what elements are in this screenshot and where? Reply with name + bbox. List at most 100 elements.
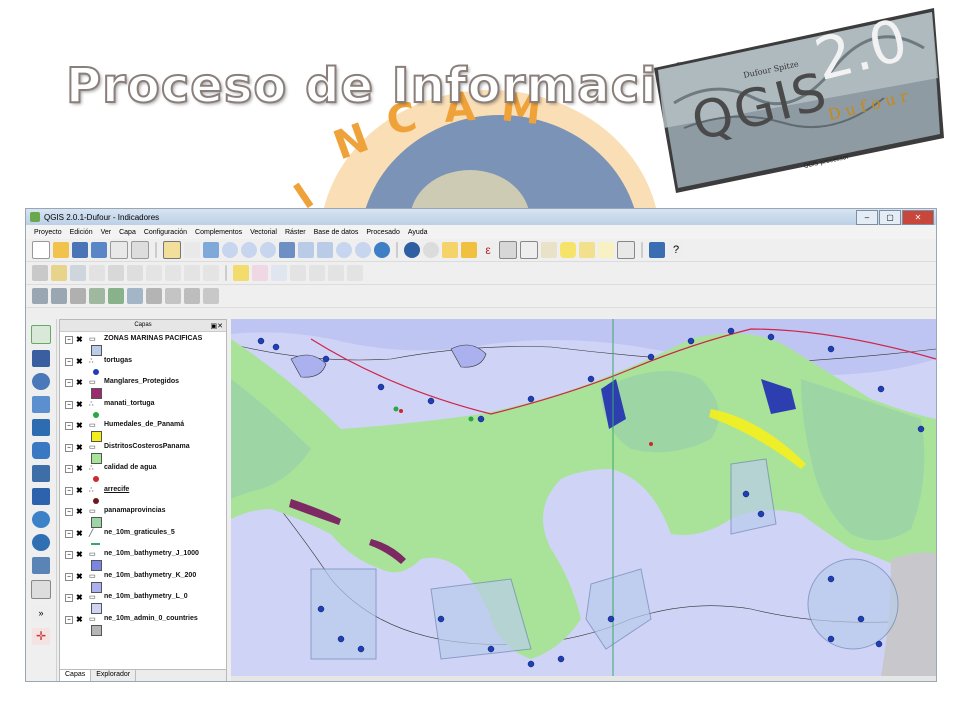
zoom-out-icon[interactable]	[241, 242, 257, 258]
node-tool-icon[interactable]	[127, 265, 143, 281]
layer-symbol-swatch[interactable]	[91, 431, 102, 442]
menu-ver[interactable]: Ver	[97, 229, 116, 236]
field-calculator-icon[interactable]: ε	[480, 242, 496, 258]
expand-collapse-icon[interactable]: –	[65, 336, 73, 344]
layer-visibility-checkbox[interactable]: ✖	[76, 443, 83, 452]
highlight-pinned-labels-icon[interactable]	[271, 265, 287, 281]
layer-visibility-checkbox[interactable]: ✖	[76, 421, 83, 430]
layer-item[interactable]: – ✖ ▭ Manglares_Protegidos	[62, 377, 226, 399]
add-wfs-layer-icon[interactable]	[32, 534, 50, 551]
menu-configuracion[interactable]: Configuración	[140, 229, 191, 236]
expand-collapse-icon[interactable]: –	[65, 400, 73, 409]
layer-symbol-swatch[interactable]	[93, 368, 99, 375]
statistical-summary-icon[interactable]	[520, 241, 538, 259]
deselect-features-icon[interactable]	[461, 242, 477, 258]
more-tools-icon[interactable]: »	[32, 605, 50, 622]
expand-collapse-icon[interactable]: –	[65, 551, 73, 559]
minimize-button[interactable]: –	[856, 210, 878, 225]
expand-collapse-icon[interactable]: –	[65, 594, 73, 602]
layer-visibility-checkbox[interactable]: ✖	[76, 593, 83, 602]
layer-symbol-swatch[interactable]	[91, 388, 102, 399]
menu-ayuda[interactable]: Ayuda	[404, 229, 432, 236]
show-hide-labels-icon[interactable]	[347, 265, 363, 281]
zoom-last-icon[interactable]	[336, 242, 352, 258]
sql-query-icon[interactable]	[184, 288, 200, 304]
layer-visibility-checkbox[interactable]: ✖	[76, 529, 83, 538]
move-label-icon[interactable]	[290, 265, 306, 281]
expand-collapse-icon[interactable]: –	[65, 529, 73, 538]
add-spatialite-layer-icon[interactable]	[32, 396, 50, 413]
copy-features-icon[interactable]	[184, 265, 200, 281]
add-vector-layer-icon[interactable]	[31, 325, 51, 344]
layer-item[interactable]: – ✖ ▭ ne_10m_bathymetry_J_1000	[62, 549, 226, 571]
add-mssql-layer-icon[interactable]	[32, 419, 50, 436]
close-button[interactable]: ✕	[902, 210, 934, 225]
layer-labeling-icon[interactable]	[233, 265, 249, 281]
zoom-actual-size-icon[interactable]	[260, 242, 276, 258]
layer-item[interactable]: – ✖ ▭ ne_10m_bathymetry_L_0	[62, 592, 226, 614]
whats-this-icon[interactable]: ?	[668, 242, 684, 258]
tab-capas[interactable]: Capas	[60, 670, 92, 681]
layer-symbol-swatch[interactable]	[91, 452, 102, 464]
layer-item[interactable]: – ✖ ▭ ne_10m_admin_0_countries	[62, 614, 226, 636]
add-wms-layer-icon[interactable]	[32, 488, 50, 505]
add-raster-layer-icon[interactable]	[32, 350, 50, 367]
menu-base-de-datos[interactable]: Base de datos	[310, 229, 363, 236]
add-wcs-layer-icon[interactable]	[32, 511, 50, 528]
add-feature-icon[interactable]	[89, 265, 105, 281]
layer-item[interactable]: – ✖ ∴ tortugas	[62, 356, 226, 378]
layer-visibility-checkbox[interactable]: ✖	[76, 357, 83, 366]
db-manager-icon[interactable]	[165, 288, 181, 304]
maximize-button[interactable]: ▢	[879, 210, 901, 225]
expand-collapse-icon[interactable]: –	[65, 615, 73, 624]
expand-collapse-icon[interactable]: –	[65, 443, 73, 452]
layer-visibility-checkbox[interactable]: ✖	[76, 400, 83, 409]
expand-collapse-icon[interactable]: –	[65, 379, 73, 387]
layer-item[interactable]: – ✖ ▭ DistritosCosterosPanama	[62, 442, 226, 464]
save-as-icon[interactable]	[91, 242, 107, 258]
expand-collapse-icon[interactable]: –	[65, 572, 73, 581]
menu-raster[interactable]: Ráster	[281, 229, 310, 236]
layer-item[interactable]: – ✖ ▭ panamaprovincias	[62, 506, 226, 528]
show-bookmarks-icon[interactable]	[598, 242, 614, 258]
add-layer-icon[interactable]	[108, 288, 124, 304]
menu-edicion[interactable]: Edición	[66, 229, 97, 236]
layer-item[interactable]: – ✖ ∴ arrecife	[62, 485, 226, 507]
new-bookmark-icon[interactable]	[579, 242, 595, 258]
layer-visibility-checkbox[interactable]: ✖	[76, 550, 83, 559]
save-layer-edits-icon[interactable]	[70, 265, 86, 281]
db-export-icon[interactable]	[146, 288, 162, 304]
zoom-full-icon[interactable]	[279, 242, 295, 258]
postgis-icon[interactable]	[51, 288, 67, 304]
layer-symbol-swatch[interactable]	[91, 345, 102, 356]
layer-visibility-checkbox[interactable]: ✖	[76, 507, 83, 516]
menu-proyecto[interactable]: Proyecto	[30, 229, 66, 236]
zoom-in-icon[interactable]	[222, 242, 238, 258]
composer-manager-icon[interactable]	[131, 241, 149, 259]
toggle-editing-icon[interactable]	[51, 265, 67, 281]
layer-visibility-checkbox[interactable]: ✖	[76, 572, 83, 581]
layer-symbol-swatch[interactable]	[93, 497, 99, 504]
new-print-composer-icon[interactable]	[110, 241, 128, 259]
delete-selected-icon[interactable]	[146, 265, 162, 281]
rotate-label-icon[interactable]	[309, 265, 325, 281]
menu-capa[interactable]: Capa	[115, 229, 140, 236]
pan-map-icon[interactable]	[163, 241, 181, 259]
change-label-icon[interactable]	[328, 265, 344, 281]
oracle-icon[interactable]	[70, 288, 86, 304]
add-oracle-layer-icon[interactable]	[32, 442, 50, 459]
add-sqlanywhere-layer-icon[interactable]	[32, 465, 50, 482]
layer-item[interactable]: – ✖ ▭ ZONAS MARINAS PACIFICAS	[62, 334, 226, 356]
layer-visibility-checkbox[interactable]: ✖	[76, 378, 83, 387]
zoom-to-layer-icon[interactable]	[317, 242, 333, 258]
wfs-layer-icon[interactable]	[89, 288, 105, 304]
attribute-table-icon[interactable]	[499, 241, 517, 259]
zoom-next-icon[interactable]	[355, 242, 371, 258]
pan-hand-icon[interactable]	[184, 242, 200, 258]
text-annotation-icon[interactable]	[617, 241, 635, 259]
expand-collapse-icon[interactable]: –	[65, 422, 73, 430]
tab-explorador[interactable]: Explorador	[91, 670, 137, 681]
layer-item[interactable]: – ✖ ▭ ne_10m_bathymetry_K_200	[62, 571, 226, 593]
expand-collapse-icon[interactable]: –	[65, 357, 73, 366]
layer-symbol-swatch[interactable]	[91, 517, 102, 528]
